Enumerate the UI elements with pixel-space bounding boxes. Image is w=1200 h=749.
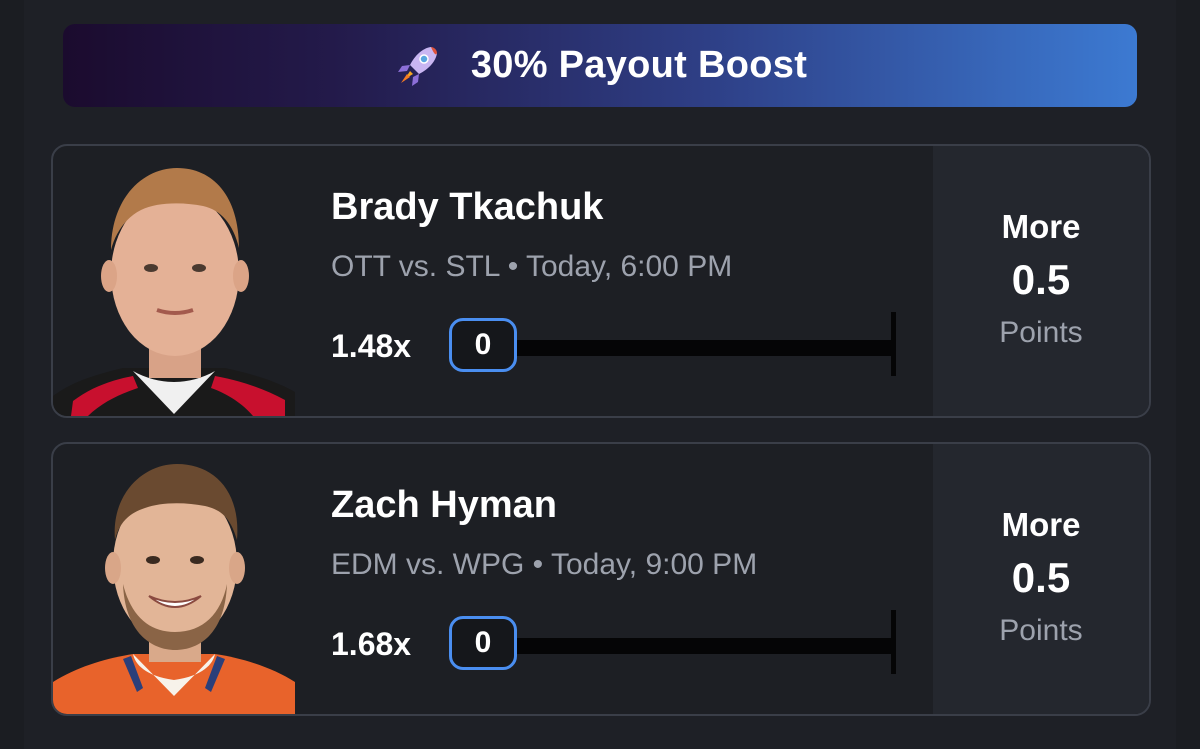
game-matchup: EDM vs. WPG • Today, 9:00 PM — [331, 548, 758, 581]
pick-direction: More — [1001, 506, 1081, 543]
player-headshot — [53, 464, 295, 714]
pick-stat: Points — [999, 316, 1083, 349]
game-matchup: OTT vs. STL • Today, 6:00 PM — [331, 250, 733, 283]
payout-multiplier: 1.48x — [331, 328, 412, 364]
pick-selection[interactable]: More 0.5 Points — [933, 146, 1149, 416]
payout-boost-banner[interactable]: 30% Payout Boost — [63, 24, 1137, 107]
rocket-icon — [397, 46, 437, 86]
pick-stat: Points — [999, 614, 1083, 647]
pick-line: 0.5 — [1011, 256, 1071, 303]
pick-direction: More — [1001, 208, 1081, 245]
stat-counter[interactable]: 0 — [449, 616, 517, 670]
pick-info: Brady Tkachuk OTT vs. STL • Today, 6:00 … — [331, 146, 931, 416]
pick-card[interactable]: Brady Tkachuk OTT vs. STL • Today, 6:00 … — [51, 144, 1151, 418]
pick-selection[interactable]: More 0.5 Points — [933, 444, 1149, 714]
player-name: Brady Tkachuk — [331, 186, 604, 228]
progress-target-marker — [891, 610, 896, 674]
player-headshot — [53, 168, 295, 416]
boost-label: 30% Payout Boost — [470, 44, 808, 86]
progress-track — [517, 638, 893, 654]
pick-info: Zach Hyman EDM vs. WPG • Today, 9:00 PM … — [331, 444, 931, 714]
payout-multiplier: 1.68x — [331, 626, 412, 662]
pick-line: 0.5 — [1011, 554, 1071, 601]
progress-target-marker — [891, 312, 896, 376]
progress-track — [517, 340, 893, 356]
pick-card[interactable]: Zach Hyman EDM vs. WPG • Today, 9:00 PM … — [51, 442, 1151, 716]
stat-counter[interactable]: 0 — [449, 318, 517, 372]
player-name: Zach Hyman — [331, 484, 557, 526]
